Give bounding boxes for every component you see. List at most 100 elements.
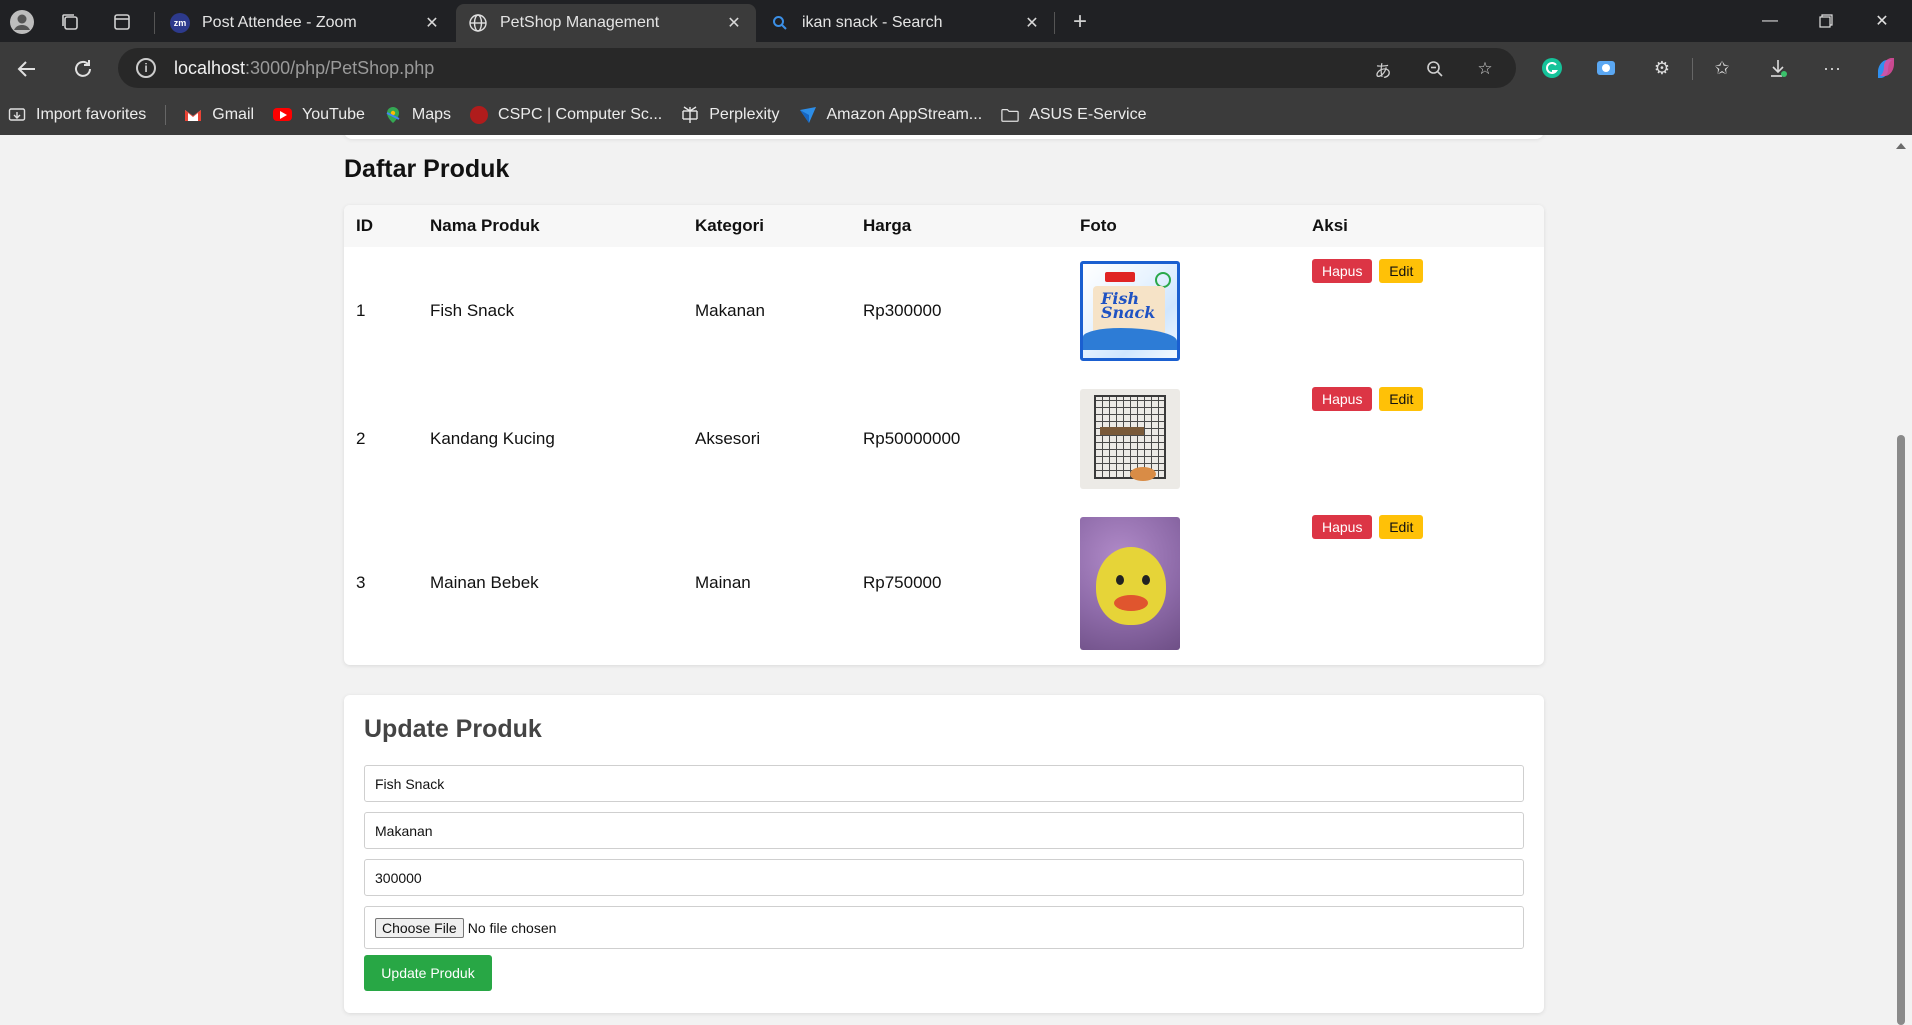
minimize-icon[interactable]: — — [1742, 0, 1798, 42]
favorite-star-icon[interactable]: ☆ — [1472, 56, 1498, 82]
cell-id: 2 — [356, 429, 366, 448]
zoom-out-icon[interactable] — [1422, 56, 1448, 82]
favorites-icon[interactable]: ✩ — [1706, 52, 1738, 84]
address-row: i localhost:3000/php/PetShop.php あ ☆ ⚙ ✩… — [0, 42, 1912, 94]
close-icon[interactable]: ✕ — [422, 13, 442, 33]
bookmark-separator — [165, 104, 167, 125]
tab-actions-icon[interactable] — [108, 8, 136, 36]
profile-icon[interactable] — [8, 8, 36, 36]
duck-toy-photo — [1080, 516, 1180, 650]
tab-separator — [1054, 12, 1055, 34]
bookmark-label: Perplexity — [709, 105, 780, 123]
cell-photo: Fish Snack — [1068, 247, 1300, 375]
col-photo: Foto — [1068, 205, 1300, 247]
cspc-icon — [470, 105, 489, 124]
table-row: 3 Mainan Bebek Mainan Rp750000 Hapus Edi… — [344, 503, 1544, 663]
cell-actions: Hapus Edit — [1300, 375, 1544, 503]
table-row: 1 Fish Snack Makanan Rp300000 Fish Snack… — [344, 247, 1544, 375]
tab-zoom[interactable]: zm Post Attendee - Zoom ✕ — [158, 4, 454, 42]
extensions-icon[interactable]: ⚙ — [1646, 52, 1678, 84]
delete-button[interactable]: Hapus — [1312, 259, 1373, 283]
fish-snack-photo: Fish Snack — [1080, 261, 1180, 361]
info-icon[interactable]: i — [136, 58, 156, 78]
appstream-icon — [799, 106, 817, 124]
bookmark-youtube[interactable]: YouTube — [273, 106, 365, 124]
scrollbar-thumb[interactable] — [1897, 435, 1905, 1025]
bookmark-import-favorites[interactable]: Import favorites — [8, 106, 146, 124]
cell-name: Mainan Bebek — [430, 573, 539, 592]
bookmark-label: Import favorites — [36, 105, 147, 123]
products-table: ID Nama Produk Kategori Harga Foto Aksi … — [344, 205, 1544, 663]
cell-actions: Hapus Edit — [1300, 247, 1544, 375]
product-category-input[interactable] — [364, 812, 1524, 849]
cell-category: Aksesori — [695, 429, 761, 448]
cell-category: Mainan — [695, 573, 751, 592]
copilot-icon[interactable] — [1870, 52, 1902, 84]
cell-photo — [1068, 375, 1300, 503]
product-photo-file-input: Choose File No file chosen — [364, 906, 1524, 949]
edit-button[interactable]: Edit — [1379, 259, 1424, 283]
workspaces-icon[interactable] — [56, 8, 84, 36]
bookmark-label: Amazon AppStream... — [826, 105, 983, 123]
tab-petshop[interactable]: PetShop Management ✕ — [456, 4, 756, 42]
cell-name: Kandang Kucing — [430, 429, 555, 448]
product-name-input[interactable] — [364, 765, 1524, 802]
bookmark-label: CSPC | Computer Sc... — [498, 105, 663, 123]
page-scrollbar[interactable] — [1890, 135, 1912, 1025]
read-aloud-icon[interactable]: あ — [1370, 56, 1396, 82]
bookmark-perplexity[interactable]: Perplexity — [681, 105, 780, 124]
bookmark-label: ASUS E-Service — [1029, 105, 1147, 123]
bookmark-asus[interactable]: ASUS E-Service — [1001, 105, 1147, 124]
close-window-icon[interactable]: ✕ — [1854, 0, 1910, 42]
bookmark-maps[interactable]: Maps — [384, 106, 451, 124]
update-form-card: Update Produk Choose File No file chosen… — [344, 695, 1544, 1013]
col-category: Kategori — [683, 205, 851, 247]
cat-cage-photo — [1080, 389, 1180, 489]
address-bar[interactable]: i localhost:3000/php/PetShop.php あ ☆ — [118, 48, 1516, 88]
edit-button[interactable]: Edit — [1379, 515, 1424, 539]
tab-title: PetShop Management — [500, 14, 660, 31]
maps-icon — [384, 106, 402, 124]
delete-button[interactable]: Hapus — [1312, 387, 1373, 411]
tab-bar: zm Post Attendee - Zoom ✕ PetShop Manage… — [0, 0, 1912, 42]
col-actions: Aksi — [1300, 205, 1544, 247]
import-icon — [8, 106, 26, 124]
zoom-icon: zm — [170, 13, 190, 33]
product-price-input[interactable] — [364, 859, 1524, 896]
update-product-button[interactable]: Update Produk — [364, 955, 492, 991]
edit-button[interactable]: Edit — [1379, 387, 1424, 411]
table-row: 2 Kandang Kucing Aksesori Rp50000000 Hap… — [344, 375, 1544, 503]
previous-card-edge — [344, 135, 1544, 139]
cell-price: Rp300000 — [863, 301, 942, 320]
bookmark-cspc[interactable]: CSPC | Computer Sc... — [470, 105, 663, 124]
cell-price: Rp750000 — [863, 573, 942, 592]
more-options-icon[interactable]: ··· — [1816, 52, 1848, 84]
bookmark-label: Gmail — [212, 105, 255, 123]
table-header-row: ID Nama Produk Kategori Harga Foto Aksi — [344, 205, 1544, 247]
products-table-card: ID Nama Produk Kategori Harga Foto Aksi … — [344, 205, 1544, 665]
tab-search[interactable]: ikan snack - Search ✕ — [758, 4, 1054, 42]
bookmark-label: Maps — [411, 105, 452, 123]
bookmark-appstream[interactable]: Amazon AppStream... — [799, 105, 983, 124]
reload-icon[interactable] — [66, 52, 100, 86]
page-viewport: Daftar Produk ID Nama Produk Kategori Ha… — [0, 135, 1890, 1018]
bookmark-gmail[interactable]: Gmail — [184, 106, 254, 124]
cell-actions: Hapus Edit — [1300, 503, 1544, 663]
restore-icon[interactable] — [1798, 0, 1854, 42]
choose-file-button[interactable]: Choose File — [375, 917, 464, 938]
close-icon[interactable]: ✕ — [724, 13, 744, 33]
cell-id: 1 — [356, 301, 366, 320]
scroll-up-arrow-icon[interactable] — [1896, 143, 1906, 149]
update-form-title: Update Produk — [364, 715, 542, 743]
toolbar-separator — [1692, 58, 1693, 80]
screen-capture-icon[interactable] — [1590, 52, 1622, 84]
grammarly-icon[interactable] — [1536, 52, 1568, 84]
back-icon[interactable] — [10, 52, 44, 86]
youtube-icon — [273, 108, 293, 121]
close-icon[interactable]: ✕ — [1022, 13, 1042, 33]
tab-separator — [154, 12, 155, 34]
perplexity-icon — [681, 105, 699, 124]
delete-button[interactable]: Hapus — [1312, 515, 1373, 539]
new-tab-icon[interactable]: + — [1066, 8, 1094, 36]
downloads-icon[interactable] — [1762, 52, 1794, 84]
